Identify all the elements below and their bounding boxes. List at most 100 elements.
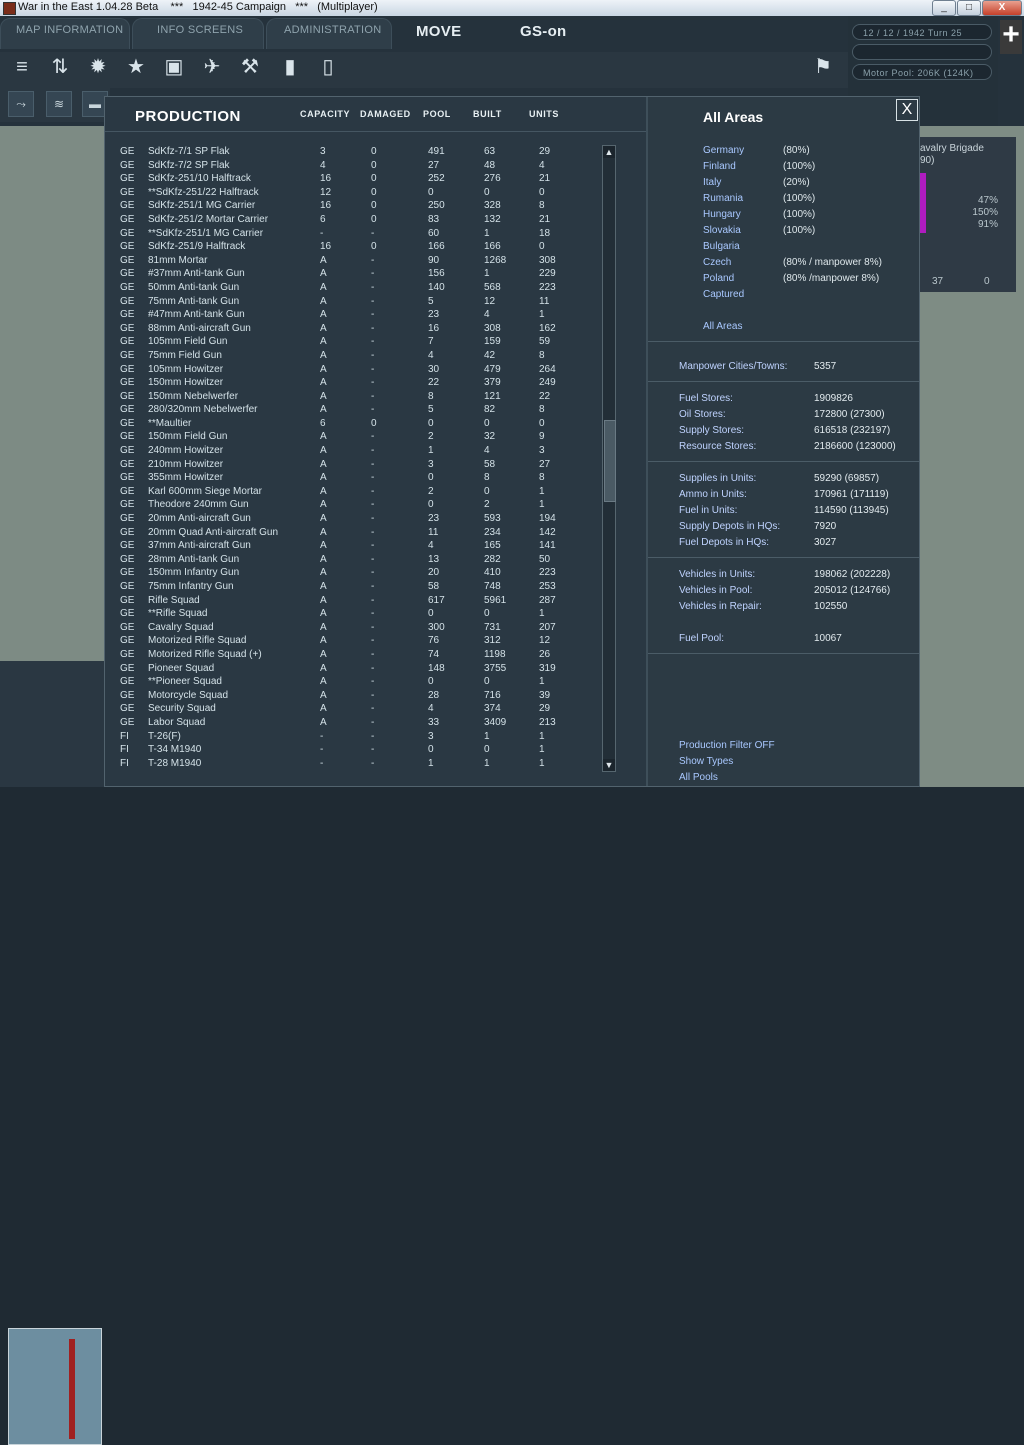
table-row[interactable]: GE **SdKfz-251/22 Halftrack 12 0 0 0 0 [105, 186, 595, 200]
star-icon[interactable]: ★ [123, 54, 149, 80]
table-row[interactable]: GE SdKfz-251/2 Mortar Carrier 6 0 83 132 21 [105, 213, 595, 227]
table-row[interactable]: GE SdKfz-251/1 MG Carrier 16 0 250 328 8 [105, 199, 595, 213]
table-row[interactable]: GE Theodore 240mm Gun A - 0 2 1 [105, 498, 595, 512]
gs-on-button[interactable]: GS-on [520, 23, 567, 43]
table-row[interactable]: GE SdKfz-251/9 Halftrack 16 0 166 166 0 [105, 240, 595, 254]
table-row[interactable]: GE 280/320mm Nebelwerfer A - 5 82 8 [105, 403, 595, 417]
area-name[interactable]: Slovakia [703, 225, 741, 236]
table-row[interactable]: GE #37mm Anti-tank Gun A - 156 1 229 [105, 267, 595, 281]
table-row[interactable]: FI T-26(F) - - 3 1 1 [105, 730, 595, 744]
fuel-icon[interactable]: ▮ [277, 54, 303, 80]
table-row[interactable]: GE SdKfz-251/10 Halftrack 16 0 252 276 21 [105, 172, 595, 186]
table-row[interactable]: GE 240mm Howitzer A - 1 4 3 [105, 444, 595, 458]
header-damaged[interactable]: DAMAGED [360, 109, 411, 119]
table-row[interactable]: GE 150mm Field Gun A - 2 32 9 [105, 430, 595, 444]
table-row[interactable]: GE 75mm Anti-tank Gun A - 5 12 11 [105, 295, 595, 309]
table-row[interactable]: GE 75mm Infantry Gun A - 58 748 253 [105, 580, 595, 594]
table-row[interactable]: GE **Rifle Squad A - 0 0 1 [105, 607, 595, 621]
header-pool[interactable]: POOL [423, 109, 451, 119]
table-row[interactable]: GE 150mm Infantry Gun A - 20 410 223 [105, 566, 595, 580]
area-name[interactable]: Czech [703, 257, 731, 268]
header-units[interactable]: UNITS [529, 109, 559, 119]
table-row[interactable]: GE SdKfz-7/1 SP Flak 3 0 491 63 29 [105, 145, 595, 159]
cavalry-filter-icon[interactable]: ≋ [46, 91, 72, 117]
table-row[interactable]: GE 210mm Howitzer A - 3 58 27 [105, 458, 595, 472]
area-name[interactable]: Germany [703, 145, 744, 156]
cell-capacity: - [320, 730, 324, 742]
table-row[interactable]: GE **SdKfz-251/1 MG Carrier - - 60 1 18 [105, 227, 595, 241]
infantry-filter-icon[interactable]: ⤳ [8, 91, 34, 117]
scroll-down-icon[interactable]: ▼ [603, 759, 615, 771]
production-scrollbar[interactable]: ▲ ▼ [602, 145, 616, 772]
table-row[interactable]: GE Motorcycle Squad A - 28 716 39 [105, 689, 595, 703]
close-window-button[interactable]: X [982, 0, 1022, 16]
table-row[interactable]: GE 88mm Anti-aircraft Gun A - 16 308 162 [105, 322, 595, 336]
table-row[interactable]: FI T-34 M1940 - - 0 0 1 [105, 743, 595, 757]
cell-nation: GE [120, 513, 135, 525]
gear-icon[interactable]: ✹ [85, 54, 111, 80]
table-row[interactable]: GE 37mm Anti-aircraft Gun A - 4 165 141 [105, 539, 595, 553]
tab-info-screens[interactable]: INFO SCREENS [157, 24, 243, 44]
table-row[interactable]: GE 355mm Howitzer A - 0 8 8 [105, 471, 595, 485]
table-row[interactable]: GE Cavalry Squad A - 300 731 207 [105, 621, 595, 635]
table-row[interactable]: GE 20mm Anti-aircraft Gun A - 23 593 194 [105, 512, 595, 526]
unit-info-card[interactable]: avalry Brigade 90) 47% 150% 91% 37 0 [920, 137, 1016, 292]
area-name[interactable]: Finland [703, 161, 736, 172]
table-row[interactable]: GE 150mm Nebelwerfer A - 8 121 22 [105, 390, 595, 404]
header-capacity[interactable]: CAPACITY [300, 109, 350, 119]
table-row[interactable]: GE 81mm Mortar A - 90 1268 308 [105, 254, 595, 268]
tab-administration[interactable]: ADMINISTRATION [284, 24, 382, 44]
table-row[interactable]: GE Pioneer Squad A - 148 3755 319 [105, 662, 595, 676]
cell-built: 165 [484, 540, 501, 552]
header-built[interactable]: BUILT [473, 109, 502, 119]
table-row[interactable]: GE 28mm Anti-tank Gun A - 13 282 50 [105, 553, 595, 567]
clipboard-icon[interactable]: ▯ [315, 54, 341, 80]
production-filter-link[interactable]: Production Filter OFF [679, 740, 775, 751]
area-name[interactable]: Rumania [703, 193, 743, 204]
area-name[interactable]: Poland [703, 273, 734, 284]
table-row[interactable]: GE 105mm Field Gun A - 7 159 59 [105, 335, 595, 349]
flag-icon[interactable]: ⚑ [810, 54, 836, 80]
show-types-link[interactable]: Show Types [679, 756, 733, 767]
layers-icon[interactable]: ≡ [9, 54, 35, 80]
close-icon[interactable]: X [896, 99, 918, 121]
area-name[interactable]: Hungary [703, 209, 741, 220]
table-row[interactable]: GE SdKfz-7/2 SP Flak 4 0 27 48 4 [105, 159, 595, 173]
table-row[interactable]: GE 50mm Anti-tank Gun A - 140 568 223 [105, 281, 595, 295]
minimize-button[interactable]: _ [932, 0, 956, 16]
minimap[interactable] [8, 1328, 102, 1445]
cell-built: 716 [484, 689, 501, 701]
table-row[interactable]: GE **Maultier 6 0 0 0 0 [105, 417, 595, 431]
table-row[interactable]: FI T-28 M1940 - - 1 1 1 [105, 757, 595, 771]
table-row[interactable]: GE Security Squad A - 4 374 29 [105, 702, 595, 716]
supply-icon[interactable]: ⚒ [237, 54, 263, 80]
factory-icon[interactable]: ▣ [161, 54, 187, 80]
scroll-thumb[interactable] [604, 420, 616, 502]
move-mode-button[interactable]: MOVE [416, 23, 461, 43]
maximize-button[interactable]: □ [957, 0, 981, 16]
map-view-left[interactable] [0, 126, 104, 661]
cell-item-name: SdKfz-251/1 MG Carrier [148, 200, 256, 212]
table-row[interactable]: GE **Pioneer Squad A - 0 0 1 [105, 675, 595, 689]
all-pools-link[interactable]: All Pools [679, 772, 718, 783]
aircraft-icon[interactable]: ✈ [199, 54, 225, 80]
sliders-icon[interactable]: ⇅ [47, 54, 73, 80]
tab-map-information[interactable]: MAP INFORMATION [16, 24, 123, 44]
table-row[interactable]: GE 20mm Quad Anti-aircraft Gun A - 11 234 142 [105, 526, 595, 540]
table-row[interactable]: GE 105mm Howitzer A - 30 479 264 [105, 363, 595, 377]
table-row[interactable]: GE 75mm Field Gun A - 4 42 8 [105, 349, 595, 363]
table-row[interactable]: GE Labor Squad A - 33 3409 213 [105, 716, 595, 730]
cell-units: 8 [539, 349, 545, 361]
table-row[interactable]: GE 150mm Howitzer A - 22 379 249 [105, 376, 595, 390]
all-areas-link[interactable]: All Areas [703, 321, 742, 332]
table-row[interactable]: GE Motorized Rifle Squad A - 76 312 12 [105, 634, 595, 648]
table-row[interactable]: GE #47mm Anti-tank Gun A - 23 4 1 [105, 308, 595, 322]
table-row[interactable]: GE Karl 600mm Siege Mortar A - 2 0 1 [105, 485, 595, 499]
area-name[interactable]: Bulgaria [703, 241, 740, 252]
table-row[interactable]: GE Rifle Squad A - 617 5961 287 [105, 594, 595, 608]
cell-units: 194 [539, 513, 556, 525]
scroll-up-icon[interactable]: ▲ [603, 146, 615, 158]
area-name[interactable]: Captured [703, 289, 744, 300]
area-name[interactable]: Italy [703, 177, 721, 188]
table-row[interactable]: GE Motorized Rifle Squad (+) A - 74 1198 26 [105, 648, 595, 662]
